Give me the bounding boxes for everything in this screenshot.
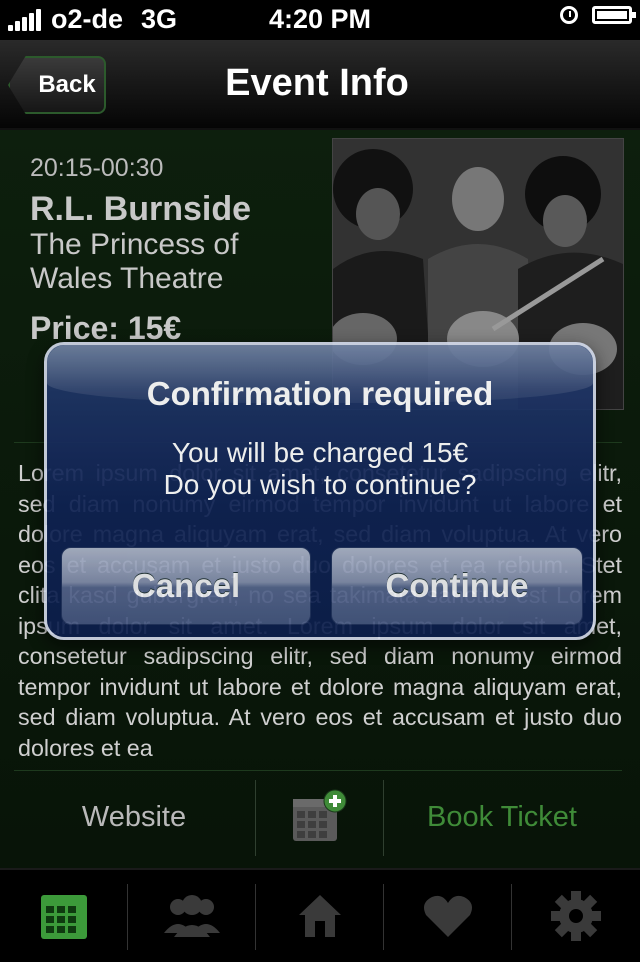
book-ticket-button[interactable]: Book Ticket [384,772,620,862]
calendar-add-icon [293,789,347,841]
tab-settings[interactable] [512,870,639,962]
tab-events[interactable] [0,870,127,962]
dialog-message-line1: You will be charged 15€ [171,437,469,468]
tab-bar [0,868,640,962]
event-actions: Website Book Ticket [14,772,622,866]
website-button[interactable]: Website [14,772,254,862]
book-ticket-label: Book Ticket [427,800,577,833]
home-icon [298,895,341,937]
calendar-icon [40,895,87,939]
add-to-calendar-button[interactable] [256,772,382,862]
dialog-title: Confirmation required [146,375,494,412]
dialog-message: You will be charged 15€ Do you wish to c… [47,437,593,501]
status-right [560,6,636,24]
status-time: 4:20 PM [268,4,372,34]
heart-icon [423,895,472,937]
section-divider [14,770,622,771]
dialog-message-line2: Do you wish to continue? [163,469,477,500]
alarm-clock-icon [560,6,578,24]
event-time: 20:15-00:30 [30,154,164,182]
website-label: Website [81,800,187,833]
people-icon [163,895,220,937]
cancel-button[interactable]: Cancel [61,547,311,625]
event-artist: R.L. Burnside [30,190,252,228]
tab-favorites[interactable] [384,870,511,962]
status-bar: o2-de 3G 4:20 PM [0,0,640,40]
continue-button[interactable]: Continue [331,547,583,625]
event-venue: The Princess of Wales Theatre [30,228,239,295]
navigation-bar: Back Event Info [0,40,640,130]
tab-home[interactable] [256,870,383,962]
gear-icon [550,891,601,941]
confirmation-dialog: Confirmation required You will be charge… [44,342,596,640]
battery-icon [592,6,636,24]
page-title: Event Info [225,62,409,104]
tab-people[interactable] [128,870,255,962]
